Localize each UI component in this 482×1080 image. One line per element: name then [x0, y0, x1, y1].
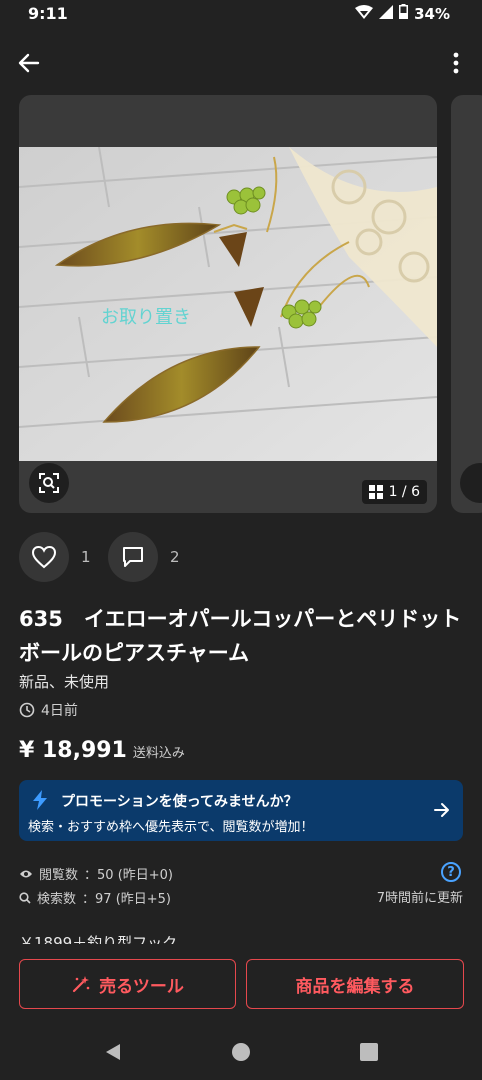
stats-help-button[interactable]: ? [441, 862, 461, 882]
like-group: 1 [19, 532, 91, 582]
sell-tools-label: 売るツール [99, 976, 184, 997]
battery-percent: 34% [414, 4, 450, 23]
product-photo: お取り置き [19, 147, 437, 461]
arrow-left-icon [18, 53, 40, 73]
arrow-right-icon [434, 803, 449, 817]
posted-time-text: 4日前 [41, 703, 78, 719]
searches-label: 検索数 [37, 892, 77, 907]
heart-icon [31, 545, 57, 569]
system-nav-bar [0, 1028, 482, 1080]
searches-value: ：97 (昨日+5) [82, 892, 171, 907]
comment-group: 2 [108, 532, 180, 582]
image-search-button[interactable] [29, 463, 69, 503]
grid-icon [368, 485, 383, 499]
nav-back-icon[interactable] [103, 1042, 123, 1062]
more-vertical-icon [453, 52, 459, 74]
battery-icon [399, 4, 409, 23]
item-price: ¥ 18,991 [19, 738, 127, 763]
views-value: ：50 (昨日+0) [84, 868, 173, 883]
photo-watermark: お取り置き [101, 307, 191, 328]
next-image-search-button[interactable] [460, 463, 482, 503]
like-count: 1 [81, 548, 91, 566]
comment-button[interactable] [108, 532, 158, 582]
bottom-action-bar: 売るツール 商品を編集する [0, 944, 482, 1028]
stats-updated: 7時間前に更新 [376, 891, 463, 906]
price-row: ¥ 18,991 送料込み [19, 738, 185, 763]
nav-recents-icon[interactable] [360, 1043, 378, 1061]
clock-icon [19, 702, 35, 718]
views-stat: 閲覧数 ：50 (昨日+0) [19, 864, 173, 883]
search-icon [19, 891, 31, 904]
help-icon: ? [447, 864, 455, 880]
shipping-note: 送料込み [132, 746, 185, 761]
promotion-title: プロモーションを使ってみませんか？ [61, 794, 298, 810]
next-image-card[interactable] [451, 95, 482, 513]
image-card[interactable]: お取り置き 1 / 6 [19, 95, 437, 513]
promotion-subtitle: 検索・おすすめ枠へ優先表示で、閲覧数が増加！ [28, 820, 314, 835]
like-button[interactable] [19, 532, 69, 582]
lightning-icon [33, 790, 47, 810]
promotion-banner[interactable]: プロモーションを使ってみませんか？ 検索・おすすめ枠へ優先表示で、閲覧数が増加！ [19, 780, 463, 841]
comment-count: 2 [170, 548, 180, 566]
lens-search-icon [39, 473, 59, 493]
magic-wand-icon [73, 976, 90, 993]
edit-item-label: 商品を編集する [295, 976, 415, 997]
status-icons: 34% [355, 4, 450, 23]
views-label: 閲覧数 [39, 868, 79, 883]
signal-icon [379, 4, 394, 23]
item-title: 635 イエローオパールコッパーとペリドットボールのピアスチャーム [19, 607, 462, 665]
eye-icon [20, 870, 32, 877]
edit-item-button[interactable]: 商品を編集する [246, 959, 464, 1009]
image-page-indicator: 1 / 6 [361, 480, 427, 504]
more-options-button[interactable] [444, 48, 468, 78]
comment-icon [123, 547, 143, 567]
nav-home-icon[interactable] [231, 1042, 251, 1062]
status-time: 9:11 [28, 4, 68, 23]
wifi-icon [355, 4, 374, 23]
back-button[interactable] [14, 48, 44, 78]
sell-tools-button[interactable]: 売るツール [19, 959, 236, 1009]
searches-stat: 検索数 ：97 (昨日+5) [19, 888, 171, 907]
page-indicator-text: 1 / 6 [388, 484, 420, 500]
item-condition: 新品、未使用 [19, 673, 110, 691]
description-peek: ￥1899＋釣り型フック [19, 934, 178, 944]
posted-time: 4日前 [19, 700, 78, 720]
